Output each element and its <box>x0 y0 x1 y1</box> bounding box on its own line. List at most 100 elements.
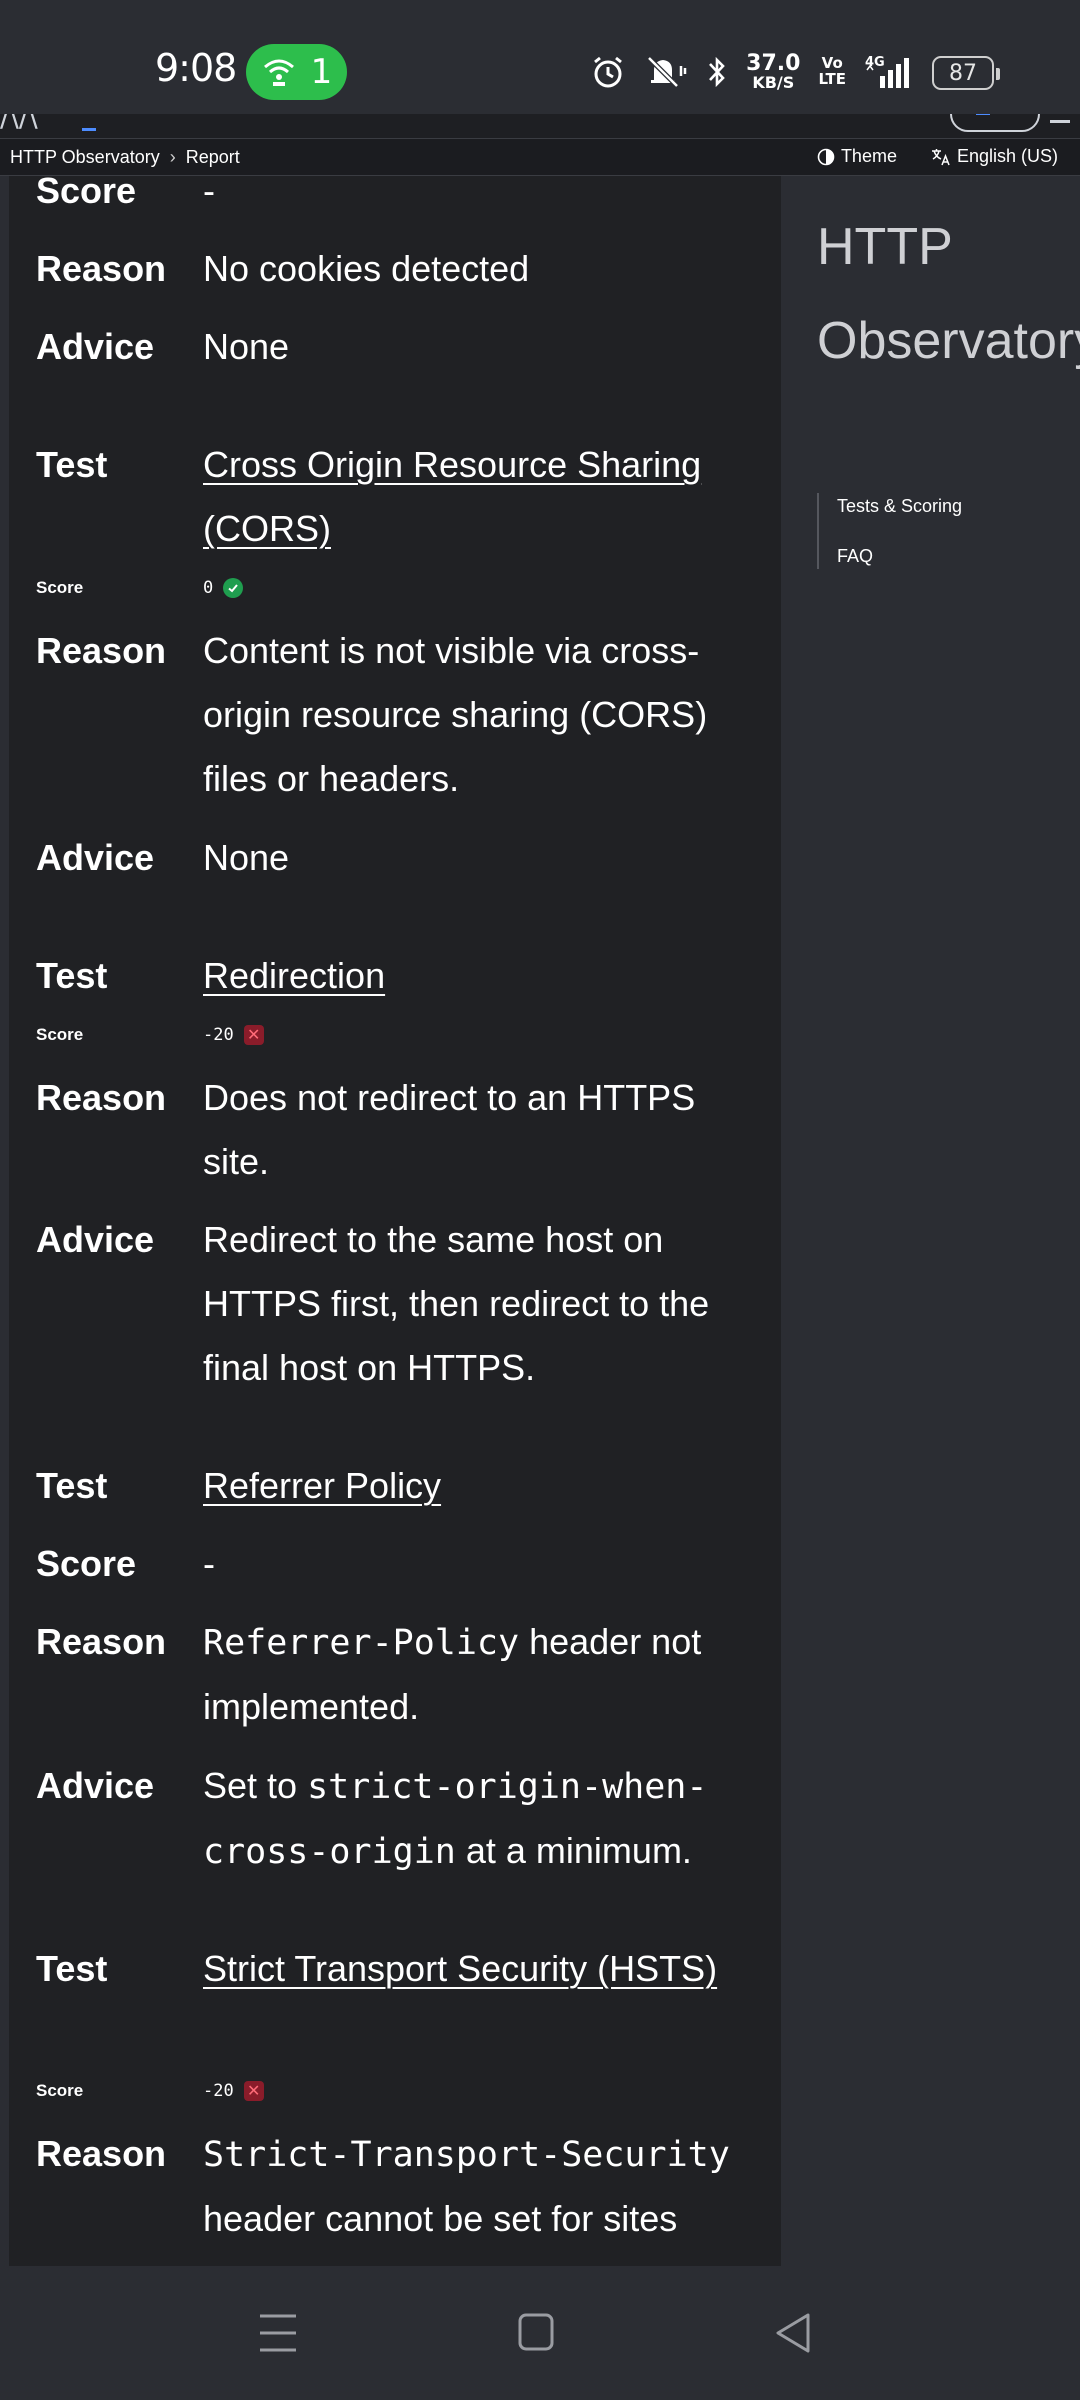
test-link-cors[interactable]: Cross Origin Resource Sharing (CORS) <box>203 444 701 549</box>
logo-underline <box>82 128 96 131</box>
test-label: Test <box>36 444 108 485</box>
advice-row: Advice None <box>36 826 766 890</box>
clock: 9:08 <box>155 46 237 90</box>
test-link-hsts[interactable]: Strict Transport Security (HSTS) <box>203 1948 717 1989</box>
theme-label: Theme <box>840 146 897 166</box>
logo[interactable]: /\/\ <box>0 114 38 133</box>
sidebar-title: HTTP Observatory <box>817 218 1080 370</box>
advice-row: Advice None <box>36 315 766 379</box>
test-link-redirection[interactable]: Redirection <box>203 955 385 996</box>
reason-row: Reason Strict-Transport-Security header c… <box>36 2122 766 2251</box>
reason-value: Does not redirect to an HTTPS site. <box>203 1077 696 1182</box>
hotspot-count: 1 <box>310 52 333 92</box>
site-header-fragment: /\/\ <box>0 114 1080 138</box>
reason-label: Reason <box>36 1621 167 1662</box>
back-button[interactable] <box>774 2312 812 2354</box>
volte-indicator: Vo LTE <box>818 54 846 88</box>
advice-row: Advice Redirect to the same host on HTTP… <box>36 1208 766 1400</box>
sidebar-item-tests-scoring[interactable]: Tests & Scoring <box>837 493 962 519</box>
score-value: -20 <box>203 1025 234 1045</box>
report-results: Score - Reason No cookies detected Advic… <box>9 176 781 2266</box>
translate-icon <box>931 148 950 165</box>
score-value: -20 <box>203 2081 234 2101</box>
header-name-code: Strict-Transport-Security <box>203 2135 730 2175</box>
theme-icon <box>817 148 835 165</box>
reason-value: No cookies detected <box>203 248 530 289</box>
advice-label: Advice <box>36 1765 155 1806</box>
reason-label: Reason <box>36 630 167 671</box>
breadcrumb-link-observatory[interactable]: HTTP Observatory <box>10 147 160 168</box>
reason-label: Reason <box>36 2133 167 2174</box>
sidebar: HTTP Observatory Tests & Scoring FAQ <box>781 176 1080 2266</box>
reason-text: header cannot be set for sites <box>203 2198 678 2239</box>
recents-button[interactable] <box>258 2312 298 2354</box>
menu-icon[interactable] <box>1050 120 1070 123</box>
reason-row: Reason Content is not visible via cross-… <box>36 619 766 811</box>
test-label: Test <box>36 955 108 996</box>
score-row: Score -20 ✕ <box>36 1020 766 1050</box>
test-row: Test Strict Transport Security (HSTS) <box>36 1937 766 2001</box>
score-label: Score <box>36 2081 84 2100</box>
battery-indicator: 87 <box>932 56 1000 90</box>
mute-icon <box>647 56 687 88</box>
header-name-code: Referrer-Policy <box>203 1623 520 1663</box>
cross-icon: ✕ <box>243 1025 264 1045</box>
signal-icon: 4G <box>865 55 909 88</box>
breadcrumb: HTTP Observatory › Report <box>10 147 240 168</box>
search-button[interactable] <box>950 114 1040 132</box>
score-row: Score 0 <box>36 573 766 603</box>
advice-value: None <box>203 837 290 878</box>
home-button[interactable] <box>518 2312 554 2352</box>
reason-row: Reason No cookies detected <box>36 237 766 301</box>
test-row: Test Cross Origin Resource Sharing (CORS… <box>36 433 766 561</box>
test-link-referrer-policy[interactable]: Referrer Policy <box>203 1465 441 1506</box>
advice-label: Advice <box>36 837 155 878</box>
score-row: Score - <box>36 1532 766 1596</box>
network-speed: 37.0 KB/S <box>746 51 801 92</box>
score-label: Score <box>36 1543 137 1584</box>
theme-button[interactable]: Theme <box>817 146 897 167</box>
advice-row: Advice Set to strict-origin-when-cross-o… <box>36 1754 766 1884</box>
score-value: - <box>203 176 215 211</box>
language-button[interactable]: English (US) <box>931 146 1058 167</box>
advice-value: None <box>203 326 290 367</box>
test-row: Test Redirection <box>36 944 766 1008</box>
language-label: English (US) <box>956 146 1058 166</box>
breadcrumb-current-report[interactable]: Report <box>186 147 240 168</box>
bluetooth-icon <box>709 56 725 88</box>
reason-value: Strict-Transport-Security header cannot b… <box>203 2122 766 2251</box>
test-label: Test <box>36 1465 108 1506</box>
score-row: Score -20 ✕ <box>36 2076 766 2106</box>
score-label: Score <box>36 176 137 211</box>
advice-label: Advice <box>36 326 155 367</box>
test-label: Test <box>36 1948 108 1989</box>
alarm-icon <box>594 56 623 88</box>
score-label: Score <box>36 1025 84 1044</box>
score-value: 0 <box>203 578 214 598</box>
system-nav-bar <box>0 2266 1080 2400</box>
sidebar-item-faq[interactable]: FAQ <box>837 543 962 569</box>
test-row: Test Referrer Policy <box>36 1454 766 1518</box>
advice-prefix: Set to <box>203 1765 308 1806</box>
score-label: Score <box>36 578 84 597</box>
advice-value: Set to strict-origin-when-cross-origin a… <box>203 1754 766 1884</box>
status-bar: 9:08 1 37.0 KB/S Vo LTE 4G 87 <box>0 0 1080 114</box>
check-icon <box>223 578 244 598</box>
cross-icon: ✕ <box>243 2081 264 2101</box>
reason-label: Reason <box>36 1077 167 1118</box>
score-row: Score - <box>36 176 766 223</box>
reason-row: Reason Referrer-Policy header not implem… <box>36 1610 766 1739</box>
chevron-right-icon: › <box>169 147 176 167</box>
advice-value: Redirect to the same host on HTTPS first… <box>203 1219 710 1388</box>
advice-suffix: at a minimum. <box>455 1830 692 1871</box>
reason-row: Reason Does not redirect to an HTTPS sit… <box>36 1066 766 1194</box>
reason-label: Reason <box>36 248 167 289</box>
score-value: - <box>203 1543 215 1584</box>
advice-label: Advice <box>36 1219 155 1260</box>
hotspot-indicator[interactable]: 1 <box>246 44 347 100</box>
hotspot-icon <box>263 59 294 86</box>
reason-value: Content is not visible via cross-origin … <box>203 630 708 799</box>
reason-value: Referrer-Policy header not implemented. <box>203 1610 766 1739</box>
sidebar-nav: Tests & Scoring FAQ <box>817 493 962 569</box>
breadcrumb-bar: HTTP Observatory › Report Theme English … <box>0 138 1080 176</box>
